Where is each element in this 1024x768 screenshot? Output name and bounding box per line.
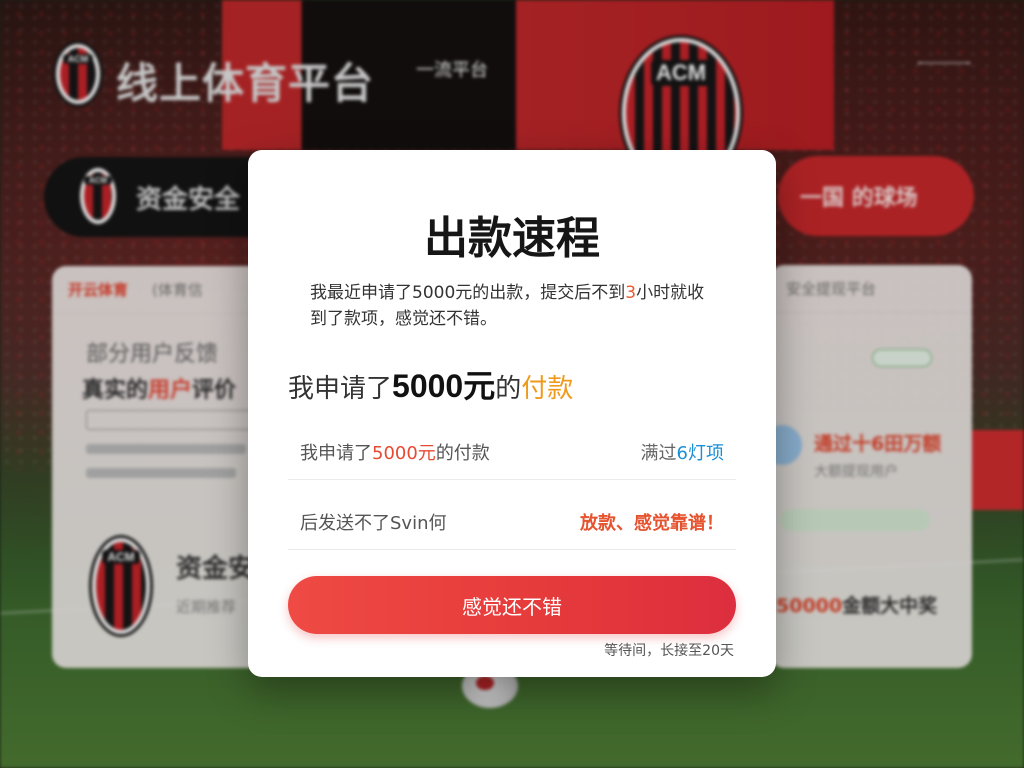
headline-payment: 付款 <box>521 374 574 404</box>
row-amount: 5000元 <box>372 442 436 464</box>
row-left-post: 的付款 <box>435 442 490 464</box>
withdrawal-speed-dialog: 出款速程 我最近申请了5000元的出款，提交后不到3小时就收到了款项，感觉还不错… <box>248 150 776 677</box>
row-right-pre: 满过 <box>640 442 677 464</box>
wait-time-note: 等待间，长接至20天 <box>604 643 734 659</box>
headline-pre: 我申请了 <box>288 374 393 404</box>
row-left: 后发送不了Svin何 <box>300 512 447 534</box>
intro-hours: 3 <box>625 283 637 303</box>
row-right-count: 6灯项 <box>676 442 724 464</box>
dialog-title: 出款速程 <box>424 214 600 263</box>
row-left-pre: 我申请了 <box>300 442 372 464</box>
dialog-intro: 我最近申请了5000元的出款，提交后不到3小时就收到了款项，感觉还不错。 <box>310 280 710 332</box>
review-headline: 我申请了5000元的付款 <box>288 364 573 411</box>
review-row[interactable]: 后发送不了Svin何 放款、感觉靠谱！ <box>288 494 736 550</box>
intro-text: 我最近申请了5000元的出款，提交后不到 <box>310 283 626 303</box>
confirm-button[interactable]: 感觉还不错 <box>288 576 736 634</box>
row-right: 放款、感觉靠谱！ <box>580 512 724 534</box>
row-right: 满过6灯项 <box>641 439 724 465</box>
headline-amount: 5000元 <box>392 368 496 404</box>
headline-mid: 的 <box>495 374 522 404</box>
row-left: 我申请了5000元的付款 <box>300 439 490 465</box>
review-row[interactable]: 我申请了5000元的付款 满过6灯项 <box>288 424 736 480</box>
